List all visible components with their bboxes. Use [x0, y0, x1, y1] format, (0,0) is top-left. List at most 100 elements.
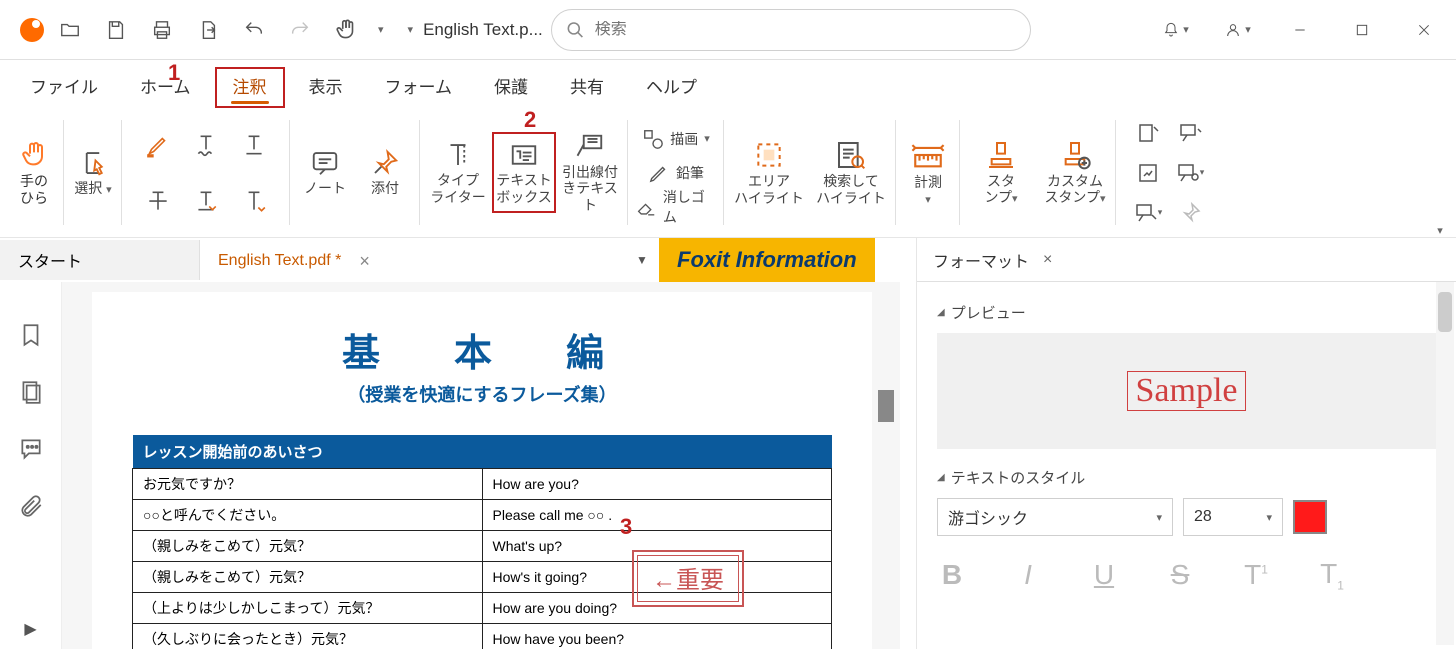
area-highlight-button[interactable]: エリア ハイライト [730, 139, 808, 205]
eraser-button[interactable]: 消しゴム [636, 190, 716, 224]
stamp-button[interactable]: スタ ンプ▾ [966, 139, 1036, 206]
panel-scrollbar-thumb[interactable] [1438, 292, 1452, 332]
text-tools-group: タイプ ライター テキスト ボックス 引出線付 きテキスト [420, 108, 628, 237]
area-highlight-icon [753, 139, 785, 171]
minimize-button[interactable] [1280, 10, 1320, 50]
tool-d-button[interactable]: ▾ [1170, 154, 1210, 192]
annotation-marker-3: 3 [620, 514, 632, 540]
pencil-button[interactable]: 鉛筆 [648, 156, 704, 190]
highlight-button[interactable] [136, 119, 180, 171]
export-button[interactable] [194, 16, 222, 44]
ruler-icon [911, 138, 945, 172]
text-style-section-label[interactable]: テキストのスタイル [937, 467, 1436, 488]
search-box[interactable] [551, 9, 1031, 51]
search-highlight-icon [835, 139, 867, 171]
bookmarks-button[interactable] [18, 322, 44, 353]
italic-button[interactable]: I [1013, 559, 1043, 591]
quick-access-dropdown[interactable]: ▾ [408, 23, 414, 36]
touch-mode-button[interactable] [332, 16, 360, 44]
maximize-button[interactable] [1342, 10, 1382, 50]
misc-tools-group: ▾ ▾ [1116, 108, 1222, 237]
subscript-button[interactable]: T1 [1317, 558, 1347, 593]
underline-format-button[interactable]: U [1089, 559, 1119, 591]
pages-button[interactable] [18, 379, 44, 410]
tab-menu-dropdown[interactable]: ▼ [636, 253, 648, 267]
strikeout-button[interactable] [136, 175, 180, 227]
shapes-button[interactable]: 描画 ▾ [642, 122, 710, 156]
custom-stamp-button[interactable]: カスタム スタンプ▾ [1040, 139, 1110, 206]
close-panel-icon[interactable]: × [1043, 251, 1052, 269]
note-icon [310, 148, 340, 178]
textbox-icon [509, 140, 539, 170]
drawing-group: 描画 ▾ 鉛筆 消しゴム [628, 108, 724, 237]
notifications-button[interactable]: ▾ [1156, 10, 1196, 50]
tool-e-button[interactable]: ▾ [1128, 194, 1168, 232]
stamp-icon [985, 139, 1017, 171]
textbox-annotation[interactable]: ←重要 [632, 550, 744, 607]
tool-a-button[interactable] [1128, 114, 1168, 152]
tool-f-button[interactable] [1170, 194, 1210, 232]
bold-button[interactable]: B [937, 559, 967, 591]
hand-label: 手の ひら [20, 173, 48, 205]
search-highlight-button[interactable]: 検索して ハイライト [812, 139, 890, 205]
ribbon-more-button[interactable]: ▾ [1430, 220, 1450, 240]
save-button[interactable] [102, 16, 130, 44]
table-header: レッスン開始前のあいさつ [133, 435, 832, 469]
table-row: ○○と呼んでください。Please call me ○○ . [133, 500, 832, 531]
tab-file[interactable]: ファイル [12, 67, 116, 108]
close-window-button[interactable] [1404, 10, 1444, 50]
tab-comment[interactable]: 注釈 [215, 67, 285, 108]
attach-button[interactable]: 添付 [356, 148, 414, 196]
tab-help[interactable]: ヘルプ [628, 67, 715, 108]
tab-view[interactable]: 表示 [291, 67, 361, 108]
print-button[interactable] [148, 16, 176, 44]
tab-share[interactable]: 共有 [552, 67, 622, 108]
foxit-info-banner: Foxit Information [659, 238, 875, 282]
left-sidebar: ▶ [0, 282, 62, 649]
font-size-select[interactable]: 28▾ [1183, 498, 1283, 536]
font-color-swatch[interactable] [1293, 500, 1327, 534]
select-tool-button[interactable]: 選択 ▾ [64, 108, 122, 237]
tab-protect[interactable]: 保護 [476, 67, 546, 108]
underline-squiggly-button[interactable] [184, 119, 228, 171]
callout-button[interactable]: 引出線付 きテキスト [558, 132, 622, 212]
ribbon: 手の ひら 選択 ▾ ノート 添付 [0, 108, 1456, 238]
superscript-button[interactable]: T1 [1241, 559, 1271, 591]
tool-c-button[interactable] [1128, 154, 1168, 192]
comments-button[interactable] [18, 436, 44, 467]
measure-button[interactable]: 計測▾ [896, 108, 960, 237]
note-button[interactable]: ノート [296, 148, 354, 196]
attachments-button[interactable] [18, 493, 44, 524]
preview-box: Sample [937, 333, 1436, 449]
tab-home[interactable]: ホーム [122, 67, 209, 108]
expand-sidebar-button[interactable]: ▶ [24, 619, 36, 639]
underline-button[interactable] [232, 119, 276, 171]
strike-format-button[interactable]: S [1165, 559, 1195, 591]
close-tab-icon[interactable]: × [359, 251, 370, 272]
tab-start[interactable]: スタート [0, 240, 200, 280]
insert-text-button[interactable] [232, 175, 276, 227]
redo-button[interactable] [286, 16, 314, 44]
typewriter-icon [443, 140, 473, 170]
search-input[interactable] [595, 21, 1016, 39]
open-file-button[interactable] [56, 16, 84, 44]
replace-text-button[interactable] [184, 175, 228, 227]
tab-form[interactable]: フォーム [367, 67, 471, 108]
tool-b-button[interactable] [1170, 114, 1210, 152]
font-family-select[interactable]: 游ゴシック▾ [937, 498, 1173, 536]
account-button[interactable]: ▾ [1218, 10, 1258, 50]
typewriter-button[interactable]: タイプ ライター [426, 132, 490, 212]
document-area[interactable]: 基 本 編 （授業を快適にするフレーズ集） レッスン開始前のあいさつ お元気です… [62, 282, 900, 649]
text-markup-group [122, 108, 290, 237]
touch-dropdown-icon[interactable]: ▾ [378, 23, 384, 36]
textbox-button[interactable]: テキスト ボックス [492, 132, 556, 212]
undo-button[interactable] [240, 16, 268, 44]
format-tab-label[interactable]: フォーマット [933, 248, 1029, 272]
scroll-indicator[interactable] [878, 390, 894, 422]
hand-tool-button[interactable]: 手の ひら [4, 108, 64, 237]
text-format-buttons: B I U S T1 T1 [937, 558, 1436, 593]
preview-section-label[interactable]: プレビュー [937, 302, 1436, 323]
tab-document[interactable]: English Text.pdf * × [200, 240, 388, 280]
search-icon [566, 20, 585, 40]
preview-sample: Sample [1127, 371, 1247, 411]
